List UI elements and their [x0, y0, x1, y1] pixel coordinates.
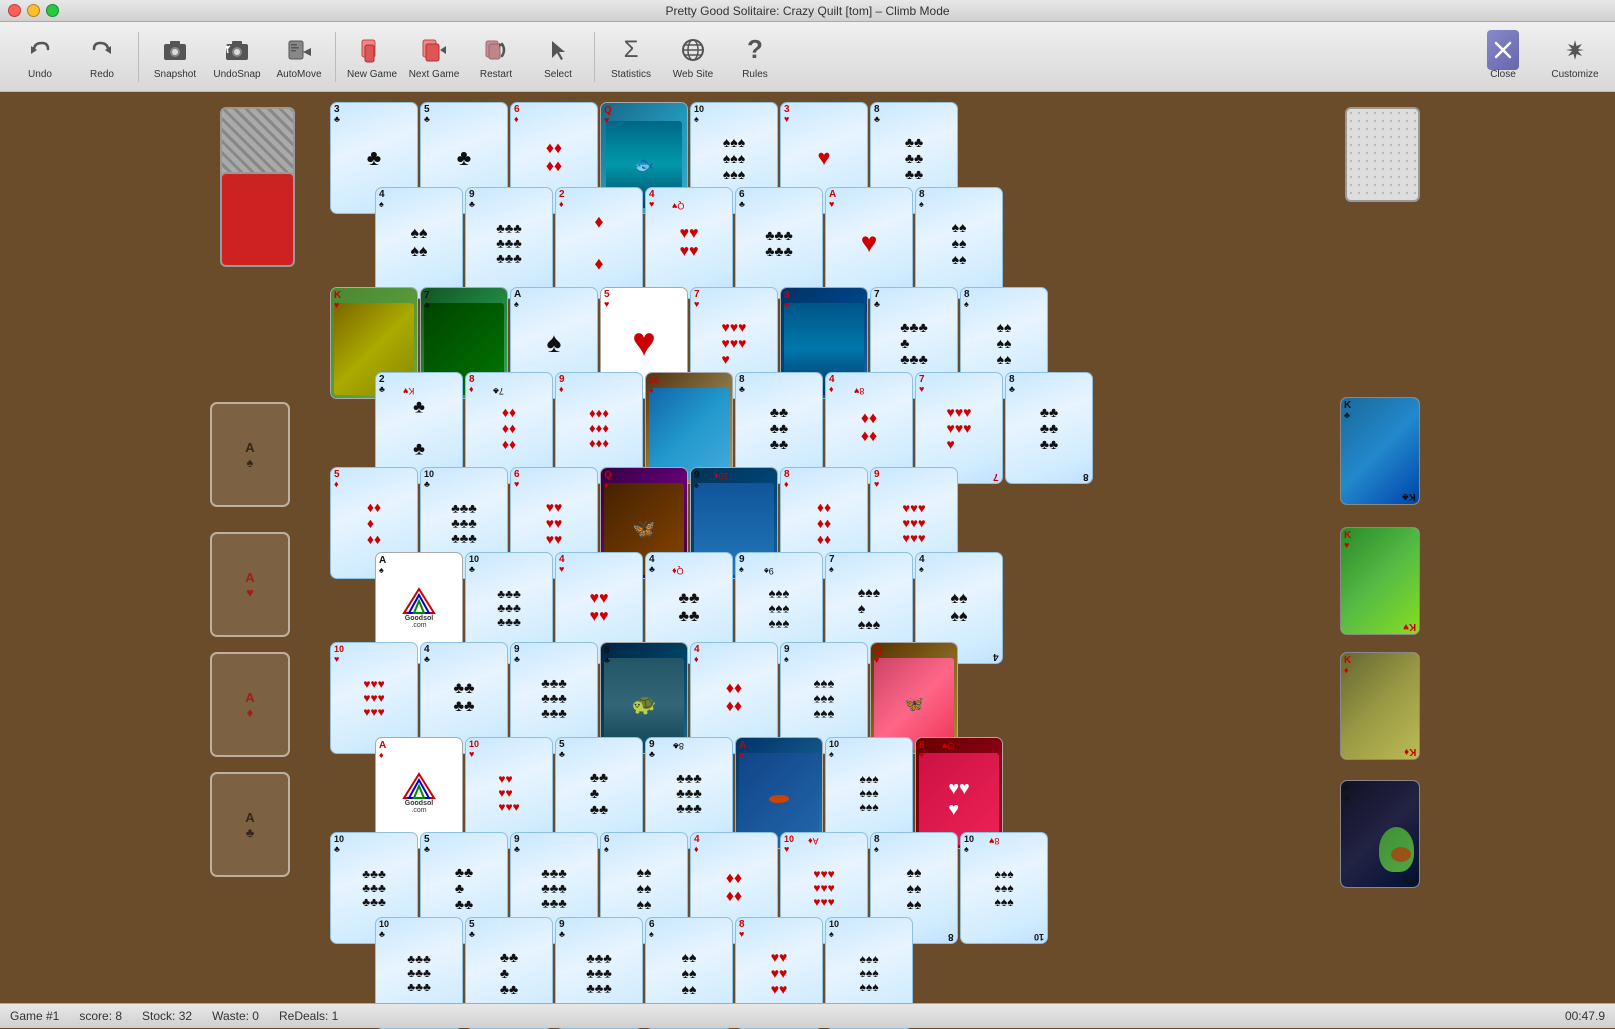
restart-button[interactable]: Restart: [466, 27, 526, 87]
waste-card-back[interactable]: [1345, 107, 1420, 202]
card-ah-r2c6[interactable]: A♥ ♥ A: [825, 187, 913, 299]
customize-button[interactable]: Customize: [1545, 27, 1605, 87]
automove-label: AutoMove: [276, 69, 321, 80]
nextgame-button[interactable]: Next Game: [404, 27, 464, 87]
score-display: score: 8: [79, 1009, 122, 1023]
status-info: Game #1 score: 8 Stock: 32 Waste: 0 ReDe…: [10, 1009, 338, 1023]
redo-label: Redo: [90, 69, 114, 80]
select-icon: [542, 34, 574, 66]
snapshot-label: Snapshot: [154, 69, 196, 80]
stock-red-card[interactable]: [220, 172, 295, 267]
website-button[interactable]: Web Site: [663, 27, 723, 87]
card-2d-r2c3[interactable]: 2♦ ♦♦ 2: [555, 187, 643, 299]
redo-icon: [86, 34, 118, 66]
redeals-count: ReDeals: 1: [279, 1009, 338, 1023]
automove-button[interactable]: AutoMove: [269, 27, 329, 87]
close-button[interactable]: Close: [1463, 27, 1543, 87]
window-title: Pretty Good Solitaire: Crazy Quilt [tom]…: [665, 4, 949, 18]
maximize-btn[interactable]: [46, 4, 59, 17]
nextgame-label: Next Game: [409, 69, 460, 80]
sep1: [138, 32, 139, 82]
ace-spades-foundation[interactable]: A ♠: [210, 402, 290, 507]
rules-icon: ?: [739, 34, 771, 66]
undosnap-button[interactable]: UndoSnap: [207, 27, 267, 87]
king-diamonds-right3[interactable]: K ♦ K♦: [1340, 652, 1420, 760]
undo-label: Undo: [28, 69, 52, 80]
card-8c2-r4c8[interactable]: 8♣ ♣♣♣♣♣♣ 8: [1005, 372, 1093, 484]
window-controls[interactable]: [8, 4, 59, 17]
newgame-icon: [356, 34, 388, 66]
close-icon: [1487, 34, 1519, 66]
statistics-label: Statistics: [611, 69, 651, 80]
card-kc-r2c5[interactable]: 6♣ ♣♣♣♣♣♣ 6: [735, 187, 823, 299]
statistics-button[interactable]: Σ Statistics: [601, 27, 661, 87]
undosnap-icon: [221, 34, 253, 66]
game-number: Game #1: [10, 1009, 59, 1023]
timer-display: 00:47.9: [1565, 1009, 1605, 1023]
snapshot-icon: [159, 34, 191, 66]
game-area[interactable]: A ♠ A ♥ A ♦ A ♣ K ♣ K♣ K ♥ K♥ K ♦ K♦: [0, 92, 1615, 1003]
minimize-btn[interactable]: [27, 4, 40, 17]
card-4s-r2c1[interactable]: 4♠ ♠♠♠♠ 4: [375, 187, 463, 299]
undosnap-label: UndoSnap: [213, 69, 260, 80]
king-clubs-right1[interactable]: K ♣ K♣: [1340, 397, 1420, 505]
sep3: [594, 32, 595, 82]
nextgame-icon: [418, 34, 450, 66]
select-label: Select: [544, 69, 572, 80]
newgame-label: New Game: [347, 69, 397, 80]
card-10s3-r9c8[interactable]: 10♠ ♠♠♠♠♠♠♠♠♠ 10: [960, 832, 1048, 944]
redo-button[interactable]: Redo: [72, 27, 132, 87]
toolbar: Undo Redo Snapshot: [0, 22, 1615, 92]
ace-hearts-foundation[interactable]: A ♥: [210, 532, 290, 637]
undo-button[interactable]: Undo: [10, 27, 70, 87]
select-button[interactable]: Select: [528, 27, 588, 87]
restart-icon: [480, 34, 512, 66]
king-hearts-right2[interactable]: K ♥ K♥: [1340, 527, 1420, 635]
king-clubs-right4[interactable]: K ♣ K♣: [1340, 780, 1420, 888]
customize-icon: [1559, 34, 1591, 66]
close-label: Close: [1490, 69, 1516, 80]
rules-label: Rules: [742, 69, 768, 80]
ace-diamonds-foundation[interactable]: A ♦: [210, 652, 290, 757]
automove-icon: [283, 34, 315, 66]
restart-label: Restart: [480, 69, 512, 80]
website-label: Web Site: [673, 69, 713, 80]
customize-label: Customize: [1551, 69, 1598, 80]
card-4h-r2c4[interactable]: 4♥ ♥♥♥♥ 4: [645, 187, 733, 299]
card-9c-r2c2[interactable]: 9♣ ♣♣♣♣♣♣♣♣♣ 9: [465, 187, 553, 299]
undo-icon: [24, 34, 56, 66]
title-bar: Pretty Good Solitaire: Crazy Quilt [tom]…: [0, 0, 1615, 22]
status-bar: Game #1 score: 8 Stock: 32 Waste: 0 ReDe…: [0, 1003, 1615, 1028]
sep2: [335, 32, 336, 82]
website-icon: [677, 34, 709, 66]
waste-count: Waste: 0: [212, 1009, 259, 1023]
statistics-icon: Σ: [615, 34, 647, 66]
ace-clubs-foundation[interactable]: A ♣: [210, 772, 290, 877]
snapshot-button[interactable]: Snapshot: [145, 27, 205, 87]
close-window-btn[interactable]: [8, 4, 21, 17]
card-8s-r2c7[interactable]: 8♠ ♠♠♠♠♠♠ 8: [915, 187, 1003, 299]
stock-count: Stock: 32: [142, 1009, 192, 1023]
rules-button[interactable]: ? Rules: [725, 27, 785, 87]
newgame-button[interactable]: New Game: [342, 27, 402, 87]
